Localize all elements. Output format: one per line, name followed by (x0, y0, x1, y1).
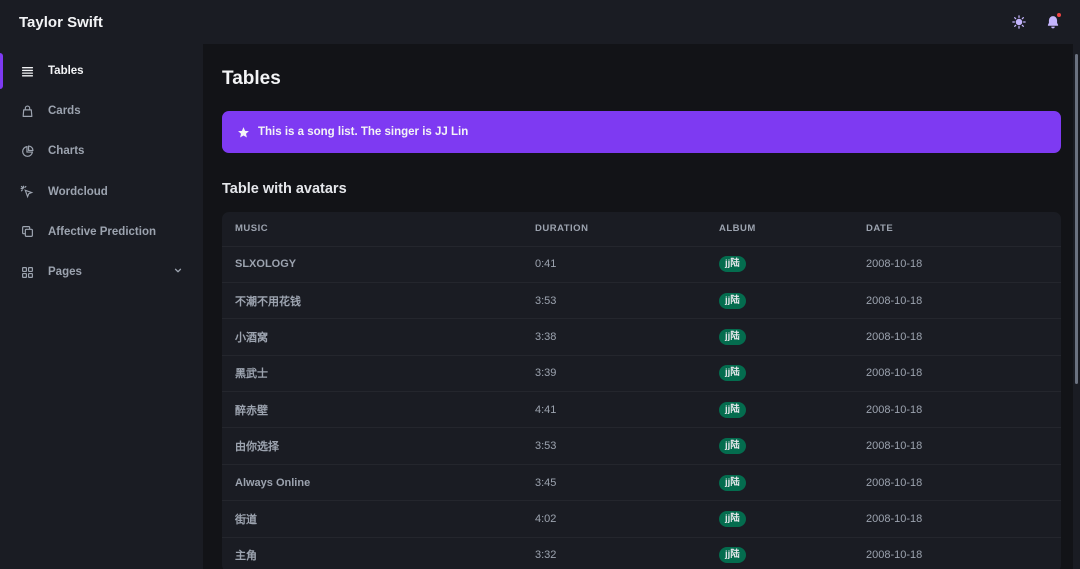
column-header-duration: DURATION (522, 212, 706, 247)
song-title: 小酒窝 (235, 331, 268, 344)
sidebar-item-charts[interactable]: Charts (0, 131, 203, 171)
table-row[interactable]: Always Online 3:45 jj陆 2008-10-18 (222, 464, 1061, 501)
table-row[interactable]: 由你选择 3:53 jj陆 2008-10-18 (222, 428, 1061, 465)
cursor-click-icon (20, 185, 34, 199)
songs-table: MUSIC DURATION ALBUM DATE SLXOLOGY 0:41 jj… (222, 212, 1061, 569)
song-duration: 3:39 (535, 367, 557, 380)
main-content: Tables This is a song list. The singer i… (203, 44, 1073, 569)
song-title: 街道 (235, 513, 257, 526)
table-row[interactable]: 不潮不用花钱 3:53 jj陆 2008-10-18 (222, 282, 1061, 319)
table-icon (20, 64, 34, 78)
info-banner[interactable]: This is a song list. The singer is JJ Li… (222, 111, 1061, 153)
release-date: 2008-10-18 (866, 512, 923, 525)
album-cell: jj陆 (706, 282, 853, 318)
song-title: 不潮不用花钱 (235, 295, 301, 308)
top-icons (1011, 12, 1062, 30)
album-cell: jj陆 (706, 319, 853, 355)
album-badge: jj陆 (719, 292, 746, 309)
album-cell: jj陆 (706, 355, 853, 391)
release-date: 2008-10-18 (866, 330, 923, 343)
album-cell: jj陆 (706, 246, 853, 282)
release-date: 2008-10-18 (866, 440, 923, 453)
album-cell: jj陆 (706, 428, 853, 464)
album-cell: jj陆 (706, 537, 853, 569)
chart-icon (20, 144, 34, 158)
table-row[interactable]: 街道 4:02 jj陆 2008-10-18 (222, 501, 1061, 538)
chevron-down-icon[interactable] (173, 266, 183, 279)
app-title: Taylor Swift (19, 13, 103, 31)
release-date: 2008-10-18 (866, 476, 923, 489)
scrollbar-thumb[interactable] (1075, 54, 1078, 384)
song-duration: 4:02 (535, 512, 557, 525)
album-badge: jj陆 (719, 547, 746, 564)
release-date: 2008-10-18 (866, 367, 923, 380)
sidebar-item-label: Pages (48, 266, 82, 279)
copy-icon (20, 225, 34, 239)
sidebar-item-label: Tables (48, 65, 84, 78)
album-cell: jj陆 (706, 464, 853, 500)
cards-icon (20, 104, 34, 118)
top-bar: Taylor Swift (0, 0, 1080, 44)
release-date: 2008-10-18 (866, 294, 923, 307)
album-badge: jj陆 (719, 328, 746, 345)
release-date: 2008-10-18 (866, 549, 923, 562)
song-duration: 3:53 (535, 294, 557, 307)
table-row[interactable]: 醉赤壁 4:41 jj陆 2008-10-18 (222, 392, 1061, 428)
sidebar-item-label: Wordcloud (48, 185, 108, 198)
album-badge: jj陆 (719, 510, 746, 527)
column-header-album: ALBUM (706, 212, 853, 247)
song-title: 由你选择 (235, 441, 279, 454)
sidebar-item-tables[interactable]: Tables (0, 51, 203, 91)
sidebar: Tables Cards Charts Wordcloud Affective … (0, 44, 203, 569)
song-duration: 4:41 (535, 403, 557, 416)
album-badge: jj陆 (719, 256, 746, 273)
pages-icon (20, 265, 34, 279)
album-badge: jj陆 (719, 438, 746, 455)
table-row[interactable]: 黑武士 3:39 jj陆 2008-10-18 (222, 355, 1061, 392)
album-cell: jj陆 (706, 392, 853, 428)
column-header-music: MUSIC (222, 212, 522, 247)
song-title: 黑武士 (235, 368, 268, 381)
table-row[interactable]: 主角 3:32 jj陆 2008-10-18 (222, 537, 1061, 569)
bell-icon[interactable] (1045, 12, 1062, 30)
sidebar-item-label: Affective Prediction (48, 225, 156, 238)
song-duration: 3:32 (535, 549, 557, 562)
sidebar-item-affective-prediction[interactable]: Affective Prediction (0, 212, 203, 252)
album-badge: jj陆 (719, 474, 746, 491)
song-title: 醉赤壁 (235, 404, 268, 417)
table-header-row: MUSIC DURATION ALBUM DATE (222, 212, 1061, 247)
sidebar-item-pages[interactable]: Pages (0, 252, 203, 292)
sidebar-item-wordcloud[interactable]: Wordcloud (0, 172, 203, 212)
sidebar-item-label: Charts (48, 145, 85, 158)
section-title: Table with avatars (222, 181, 347, 197)
release-date: 2008-10-18 (866, 258, 923, 271)
album-cell: jj陆 (706, 501, 853, 537)
song-duration: 3:53 (535, 440, 557, 453)
page-scrollbar[interactable] (1073, 44, 1080, 569)
notification-dot (1056, 12, 1062, 18)
star-icon (237, 126, 250, 139)
album-badge: jj陆 (719, 401, 746, 418)
sun-icon[interactable] (1011, 14, 1027, 30)
song-duration: 3:38 (535, 330, 557, 343)
song-title: 主角 (235, 550, 257, 563)
release-date: 2008-10-18 (866, 403, 923, 416)
song-title: SLXOLOGY (235, 258, 297, 271)
table-row[interactable]: SLXOLOGY 0:41 jj陆 2008-10-18 (222, 246, 1061, 283)
song-duration: 3:45 (535, 476, 557, 489)
banner-text: This is a song list. The singer is JJ Li… (258, 126, 469, 138)
song-title: Always Online (235, 476, 311, 489)
table-row[interactable]: 小酒窝 3:38 jj陆 2008-10-18 (222, 319, 1061, 356)
sidebar-item-cards[interactable]: Cards (0, 91, 203, 131)
column-header-date: DATE (853, 212, 1061, 247)
album-badge: jj陆 (719, 365, 746, 382)
song-duration: 0:41 (535, 258, 557, 271)
sidebar-item-label: Cards (48, 105, 81, 118)
page-title: Tables (222, 68, 281, 89)
